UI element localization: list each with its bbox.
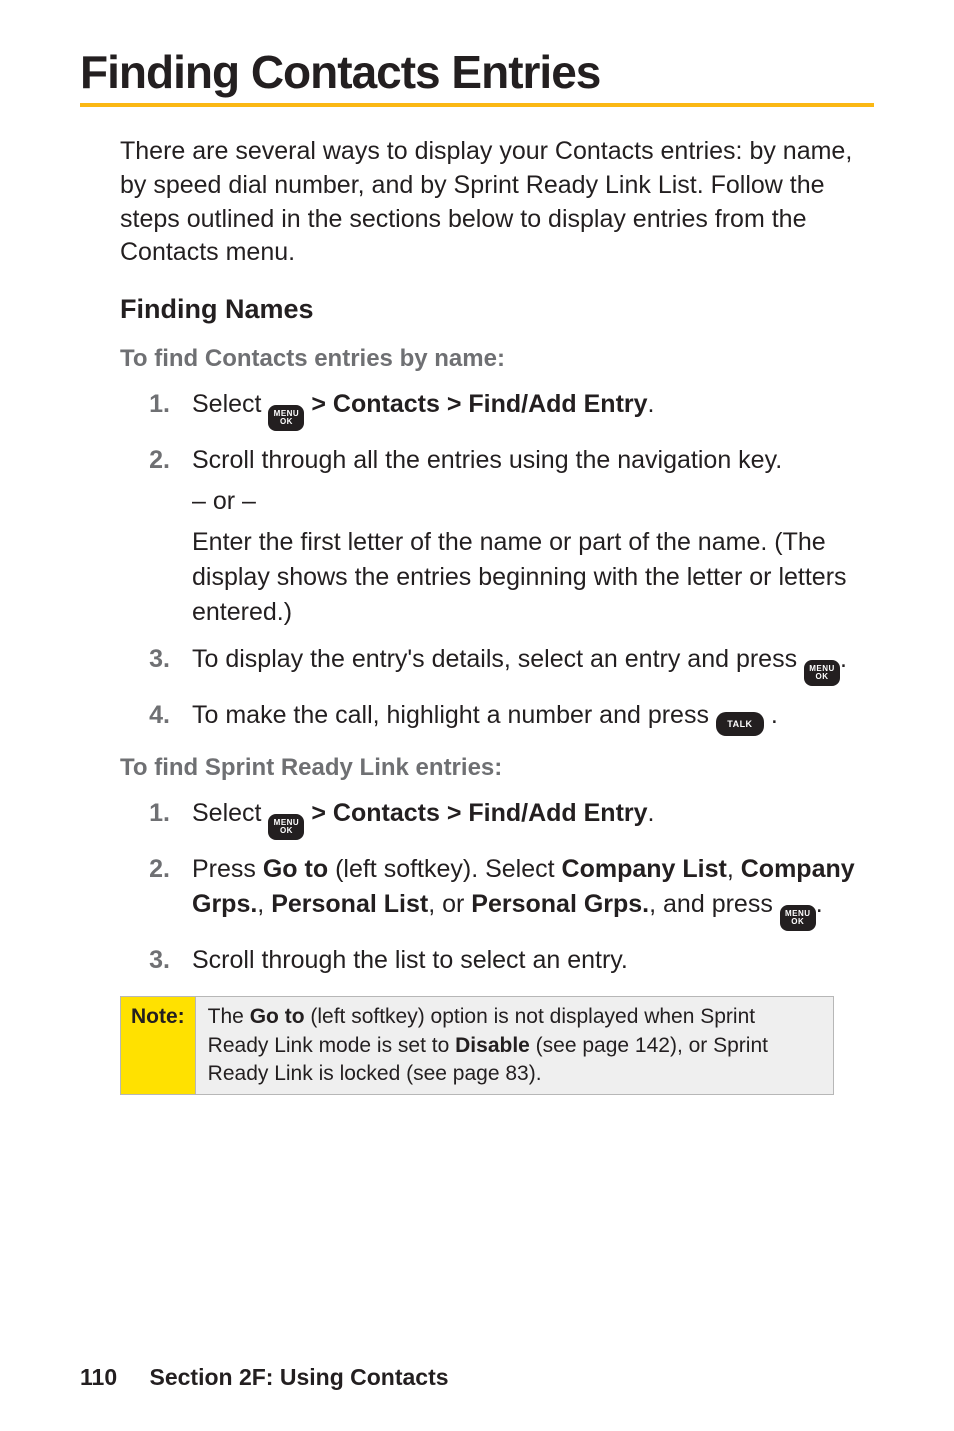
step-number: 2. — [120, 852, 192, 887]
note-box: Note: The Go to (left softkey) option is… — [120, 996, 834, 1095]
menu-ok-icon: MENUOK — [804, 660, 840, 686]
step-bold: > Contacts > Find/Add Entry — [304, 390, 647, 418]
section-label: Section 2F: Using Contacts — [150, 1364, 449, 1390]
lead-find-by-name: To find Contacts entries by name: — [120, 345, 874, 373]
note-label: Note: — [121, 997, 196, 1094]
step-body: Select MENUOK > Contacts > Find/Add Entr… — [192, 387, 874, 431]
step-body: Press Go to (left softkey). Select Compa… — [192, 852, 874, 931]
step-row: 4. To make the call, highlight a number … — [80, 698, 874, 736]
step-body: Scroll through all the entries using the… — [192, 443, 874, 630]
menu-ok-icon: MENUOK — [268, 814, 304, 840]
icon-label: OK — [816, 673, 829, 681]
page-number: 110 — [80, 1364, 117, 1390]
step-text: . — [648, 799, 655, 827]
note-bold: Go to — [250, 1005, 305, 1028]
step-text: Scroll through all the entries using the… — [192, 446, 782, 474]
menu-ok-icon: MENUOK — [780, 905, 816, 931]
menu-ok-icon: MENUOK — [268, 405, 304, 431]
step-row: 2. Press Go to (left softkey). Select Co… — [80, 852, 874, 931]
page: Finding Contacts Entries There are sever… — [0, 0, 954, 1431]
step-bold: > Contacts > Find/Add Entry — [304, 799, 647, 827]
step-text: To display the entry's details, select a… — [192, 645, 804, 673]
step-number: 1. — [120, 796, 192, 831]
note-body: The Go to (left softkey) option is not d… — [196, 997, 833, 1094]
step-row: 3. To display the entry's details, selec… — [80, 642, 874, 686]
step-row: 1. Select MENUOK > Contacts > Find/Add E… — [80, 796, 874, 840]
step-body: Select MENUOK > Contacts > Find/Add Entr… — [192, 796, 874, 840]
icon-label: OK — [280, 827, 293, 835]
step-number: 4. — [120, 698, 192, 733]
step-bold: Personal Grps. — [471, 890, 649, 918]
step-text: , or — [428, 890, 471, 918]
step-text: . — [648, 390, 655, 418]
step-text: . — [764, 701, 778, 729]
step-text: Select — [192, 390, 268, 418]
talk-icon: TALK — [716, 712, 764, 736]
icon-label: OK — [791, 918, 804, 926]
step-row: 3. Scroll through the list to select an … — [80, 943, 874, 978]
step-text: , and press — [649, 890, 780, 918]
lead-find-ready-link: To find Sprint Ready Link entries: — [120, 754, 874, 782]
step-text: , — [257, 890, 271, 918]
steps-find-by-name: 1. Select MENUOK > Contacts > Find/Add E… — [80, 387, 874, 736]
note-text: The — [208, 1005, 250, 1028]
step-text: To make the call, highlight a number and… — [192, 701, 716, 729]
step-body: To display the entry's details, select a… — [192, 642, 874, 686]
intro-paragraph: There are several ways to display your C… — [120, 135, 874, 270]
step-bold: Personal List — [271, 890, 428, 918]
note-bold: Disable — [455, 1034, 530, 1057]
step-text: . — [840, 645, 847, 673]
step-text: (left softkey). Select — [328, 855, 561, 883]
step-text: Scroll through the list to select an ent… — [192, 946, 628, 974]
step-bold: Go to — [263, 855, 328, 883]
step-text: Enter the first letter of the name or pa… — [192, 528, 847, 626]
step-text: Select — [192, 799, 268, 827]
icon-label: OK — [280, 418, 293, 426]
step-row: 2. Scroll through all the entries using … — [80, 443, 874, 630]
step-body: Scroll through the list to select an ent… — [192, 943, 874, 978]
step-number: 1. — [120, 387, 192, 422]
subheading-finding-names: Finding Names — [120, 294, 874, 325]
step-number: 2. — [120, 443, 192, 478]
steps-find-ready-link: 1. Select MENUOK > Contacts > Find/Add E… — [80, 796, 874, 978]
step-text: Press — [192, 855, 263, 883]
step-text: . — [816, 890, 823, 918]
step-number: 3. — [120, 642, 192, 677]
page-footer: 110 Section 2F: Using Contacts — [80, 1364, 449, 1391]
title-rule — [80, 103, 874, 107]
page-title: Finding Contacts Entries — [80, 45, 874, 99]
step-row: 1. Select MENUOK > Contacts > Find/Add E… — [80, 387, 874, 431]
step-text: , — [727, 855, 741, 883]
step-number: 3. — [120, 943, 192, 978]
step-body: To make the call, highlight a number and… — [192, 698, 874, 736]
or-separator: – or – — [192, 484, 874, 519]
step-bold: Company List — [562, 855, 727, 883]
